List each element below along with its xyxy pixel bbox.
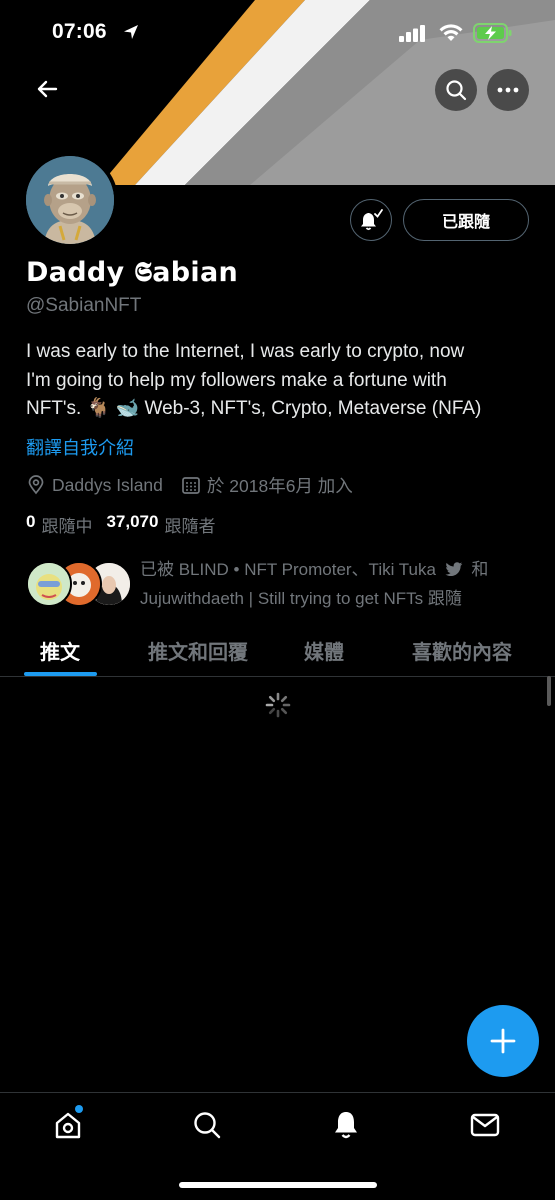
home-notification-dot <box>75 1105 83 1113</box>
followed-by-line2: Jujuwithdaeth | Still trying to get NFTs… <box>140 589 462 608</box>
translate-bio-link[interactable]: 翻譯自我介紹 <box>26 434 134 460</box>
scrollbar[interactable] <box>547 676 551 706</box>
active-tab-indicator <box>24 672 97 676</box>
mutual-followers-avatars <box>26 561 132 607</box>
display-name: Daddy 𝕾abian <box>26 257 239 288</box>
bell-check-icon <box>361 209 383 231</box>
following-button[interactable]: 已跟隨 <box>403 199 529 241</box>
bell-icon <box>335 1112 357 1139</box>
search-button[interactable] <box>435 69 477 111</box>
followed-by-line1: 已被 BLIND • NFT Promoter、Tiki Tuka <box>140 560 436 579</box>
bio-line: I'm going to help my followers make a fo… <box>26 369 447 391</box>
back-arrow-icon <box>37 80 58 98</box>
followed-by-text: 已被 BLIND • NFT Promoter、Tiki Tuka 和 Juju… <box>140 555 520 613</box>
followers-count-link[interactable]: 37,070 跟隨者 <box>106 512 215 537</box>
followed-by-section[interactable]: 已被 BLIND • NFT Promoter、Tiki Tuka 和 Juju… <box>26 555 536 615</box>
compose-tweet-button[interactable] <box>467 1005 539 1077</box>
loading-spinner-icon <box>265 692 291 718</box>
tab-tweets-and-replies[interactable]: 推文和回覆 <box>148 636 248 665</box>
more-dots-icon <box>497 87 519 93</box>
joined-text: 於 2018年6月 加入 <box>206 475 353 496</box>
follow-stats: 0 跟隨中 37,070 跟隨者 <box>26 512 229 537</box>
following-label: 跟隨中 <box>41 517 93 536</box>
profile-joined-date: 於 2018年6月 加入 <box>181 473 353 498</box>
home-icon <box>55 1112 81 1139</box>
more-options-button[interactable] <box>487 69 529 111</box>
home-indicator-bar[interactable] <box>179 1182 377 1188</box>
bio-line: NFT's. 🐐 🐋 Web-3, NFT's, Crypto, Metaver… <box>26 398 482 419</box>
followers-label: 跟隨者 <box>164 517 216 536</box>
location-text: Daddys Island <box>52 474 163 495</box>
back-button[interactable] <box>30 72 64 106</box>
status-bar: 07:06 <box>0 0 555 66</box>
search-icon <box>446 80 467 101</box>
ape-avatar-image <box>26 156 114 244</box>
tab-tweets[interactable]: 推文 <box>40 636 80 665</box>
profile-bio: I was early to the Internet, I was early… <box>26 338 536 424</box>
calendar-icon <box>182 477 200 494</box>
profile-handle: @SabianNFT <box>26 295 142 316</box>
nav-notifications[interactable] <box>330 1109 362 1141</box>
profile-avatar[interactable] <box>22 152 118 248</box>
followed-by-connector: 和 <box>471 560 489 579</box>
tab-likes[interactable]: 喜歡的內容 <box>412 636 512 665</box>
twitter-bird-icon <box>445 562 462 577</box>
followers-count: 37,070 <box>106 512 159 531</box>
mail-icon <box>470 1113 500 1137</box>
wifi-icon <box>439 24 463 41</box>
profile-tabs: 推文 推文和回覆 媒體 喜歡的內容 <box>0 624 555 677</box>
location-arrow-icon <box>124 25 138 39</box>
mutual-avatar <box>26 561 72 607</box>
status-time: 07:06 <box>52 20 107 43</box>
notifications-toggle-button[interactable] <box>350 199 392 241</box>
following-count: 0 <box>26 512 36 531</box>
bio-line: I was early to the Internet, I was early… <box>26 341 465 362</box>
profile-location: Daddys Island <box>26 475 163 496</box>
plus-icon <box>490 1028 516 1054</box>
following-count-link[interactable]: 0 跟隨中 <box>26 512 92 537</box>
nav-messages[interactable] <box>469 1109 501 1141</box>
cellular-signal-icon <box>399 25 425 42</box>
battery-charging-icon <box>473 23 512 43</box>
nav-search[interactable] <box>191 1109 223 1141</box>
nav-home[interactable] <box>52 1109 84 1141</box>
location-pin-icon <box>28 475 44 495</box>
profile-meta: Daddys Island 於 2018年6月 加入 <box>26 472 371 498</box>
tab-media[interactable]: 媒體 <box>304 636 344 665</box>
search-icon <box>194 1112 221 1139</box>
